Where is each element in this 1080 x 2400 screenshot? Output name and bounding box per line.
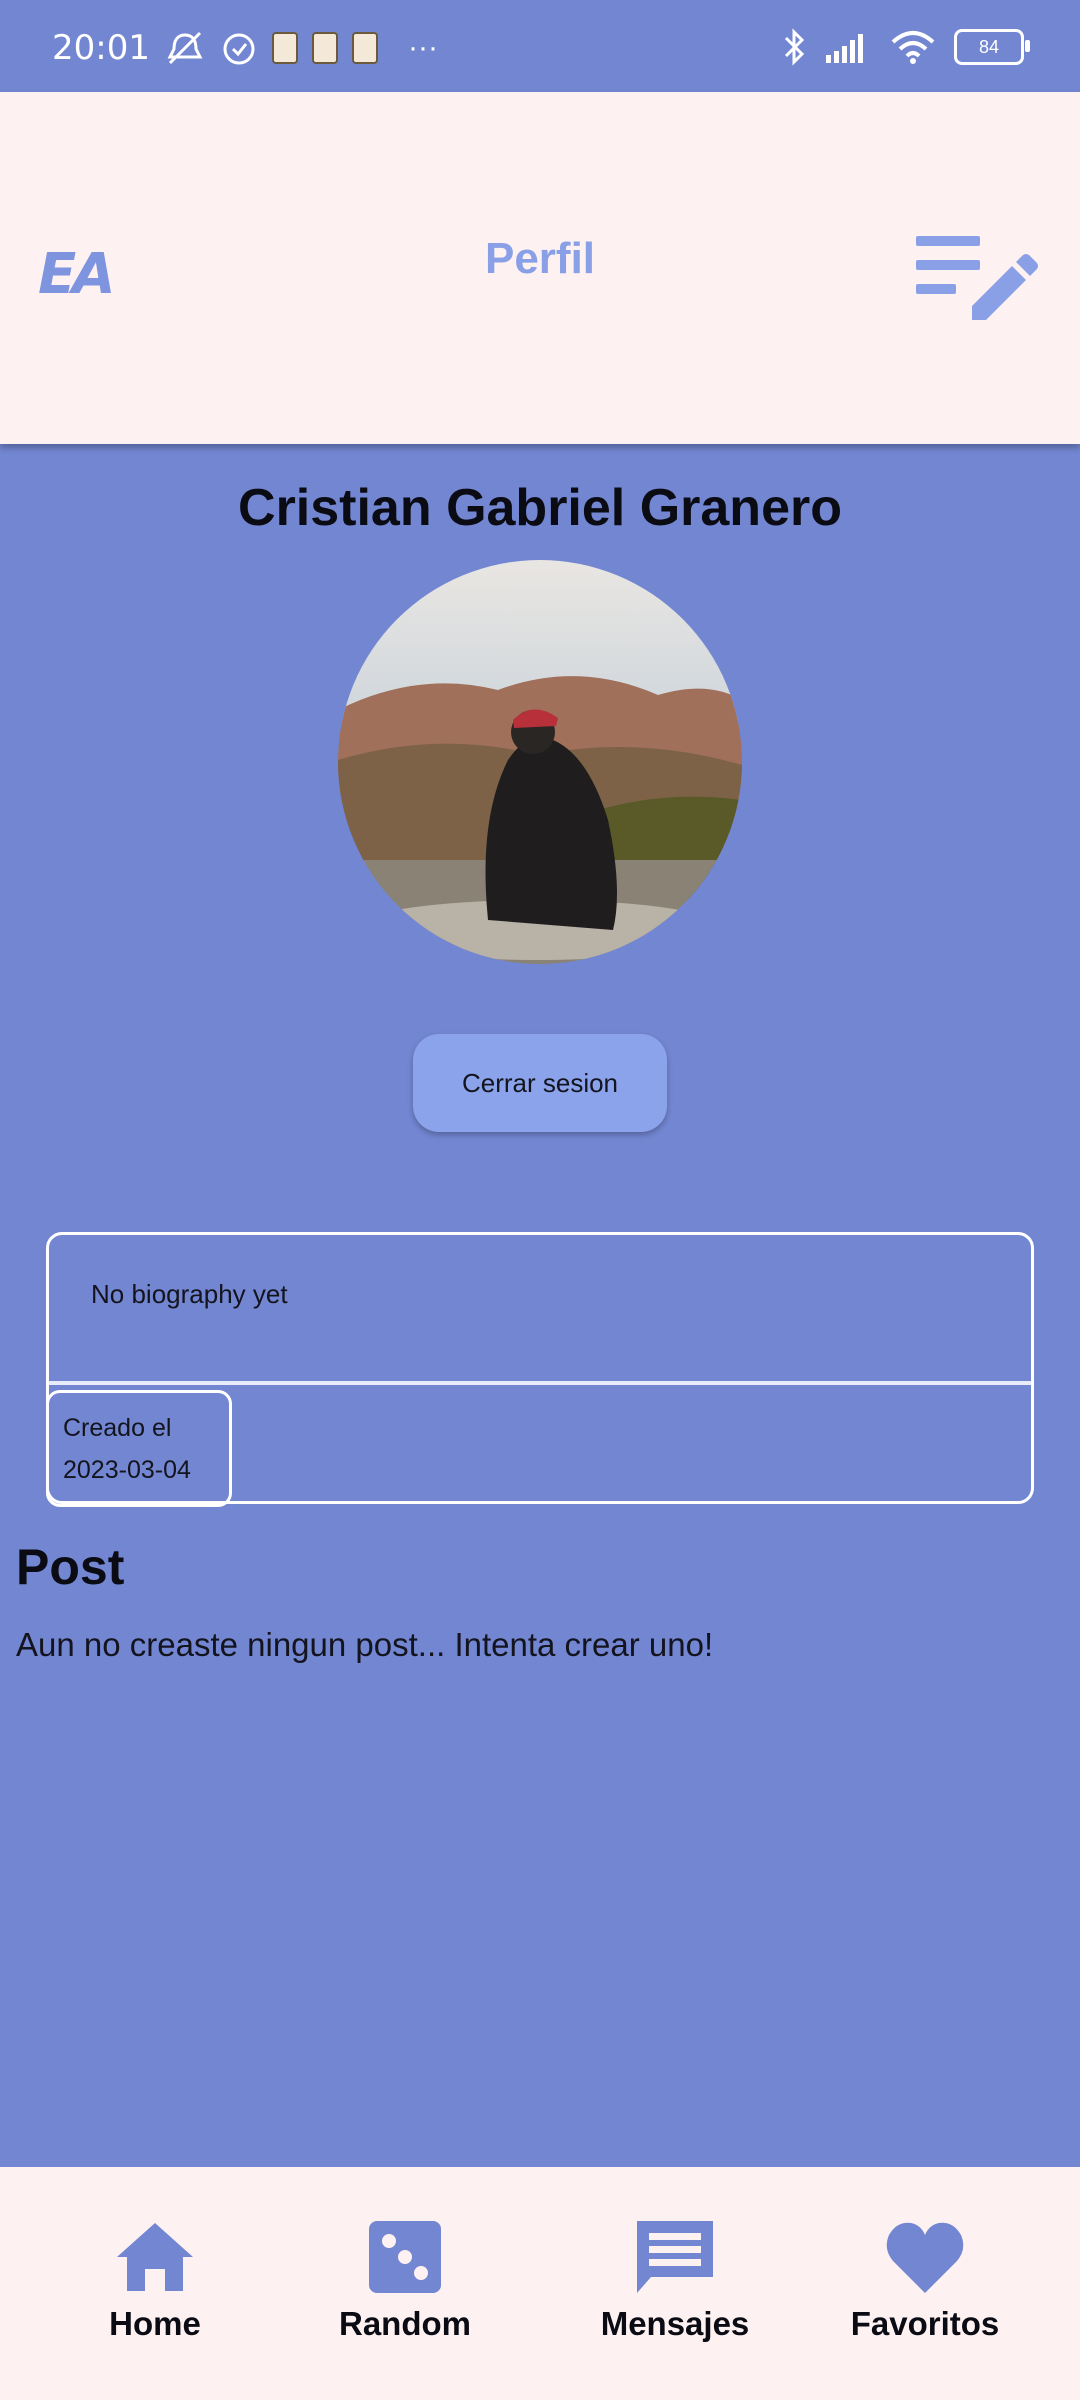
edit-profile-button[interactable] — [914, 222, 1044, 332]
bottom-navigation: Home Random Mensajes Favoritos — [0, 2167, 1080, 2400]
status-right: 84 — [782, 28, 1030, 66]
home-icon — [117, 2223, 193, 2291]
signal-icon — [824, 31, 872, 63]
posts-heading: Post — [16, 1539, 125, 1595]
nav-item-favoritos[interactable]: Favoritos — [825, 2217, 1025, 2343]
nav-label-mensajes: Mensajes — [600, 2305, 750, 2342]
nav-label-random: Random — [339, 2305, 471, 2342]
wifi-icon — [890, 30, 936, 64]
status-time: 20:01 — [52, 28, 150, 68]
posts-empty-message: Aun no creaste ningun post... Intenta cr… — [16, 1626, 714, 1663]
status-bar: 20:01 ··· 84 — [0, 0, 1080, 92]
notification-app-icon — [351, 32, 378, 64]
notification-app-icon — [271, 32, 298, 64]
heart-icon — [886, 2222, 964, 2293]
bio-text: No biography yet — [91, 1279, 288, 1309]
alarm-icon — [220, 29, 258, 67]
status-left: 20:01 ··· — [52, 28, 438, 68]
bio-card: No biography yet Creado el 2023-03-04 — [46, 1232, 1034, 1507]
profile-name: Cristian Gabriel Granero — [238, 479, 842, 537]
created-date: 2023-03-04 — [63, 1456, 191, 1484]
more-notifications-icon: ··· — [407, 31, 438, 64]
nav-item-mensajes[interactable]: Mensajes — [575, 2217, 775, 2343]
battery-icon: 84 — [954, 29, 1030, 65]
nav-item-random[interactable]: Random — [305, 2217, 505, 2343]
top-app-bar: EA Perfil — [0, 92, 1080, 444]
nav-label-home: Home — [109, 2305, 201, 2342]
bio-divider — [49, 1381, 1031, 1385]
profile-avatar — [338, 560, 742, 964]
dice-icon — [369, 2221, 441, 2293]
nav-item-home[interactable]: Home — [55, 2217, 255, 2343]
created-date-box: Creado el 2023-03-04 — [46, 1390, 232, 1507]
edit-list-icon — [916, 236, 1038, 320]
created-label: Creado el — [63, 1414, 172, 1442]
bluetooth-icon — [782, 28, 806, 66]
logout-button[interactable]: Cerrar sesion — [413, 1034, 667, 1132]
message-icon — [637, 2221, 713, 2293]
mute-alarm-icon — [164, 29, 206, 67]
notification-app-icon — [311, 32, 338, 64]
nav-label-favoritos: Favoritos — [850, 2305, 1000, 2342]
